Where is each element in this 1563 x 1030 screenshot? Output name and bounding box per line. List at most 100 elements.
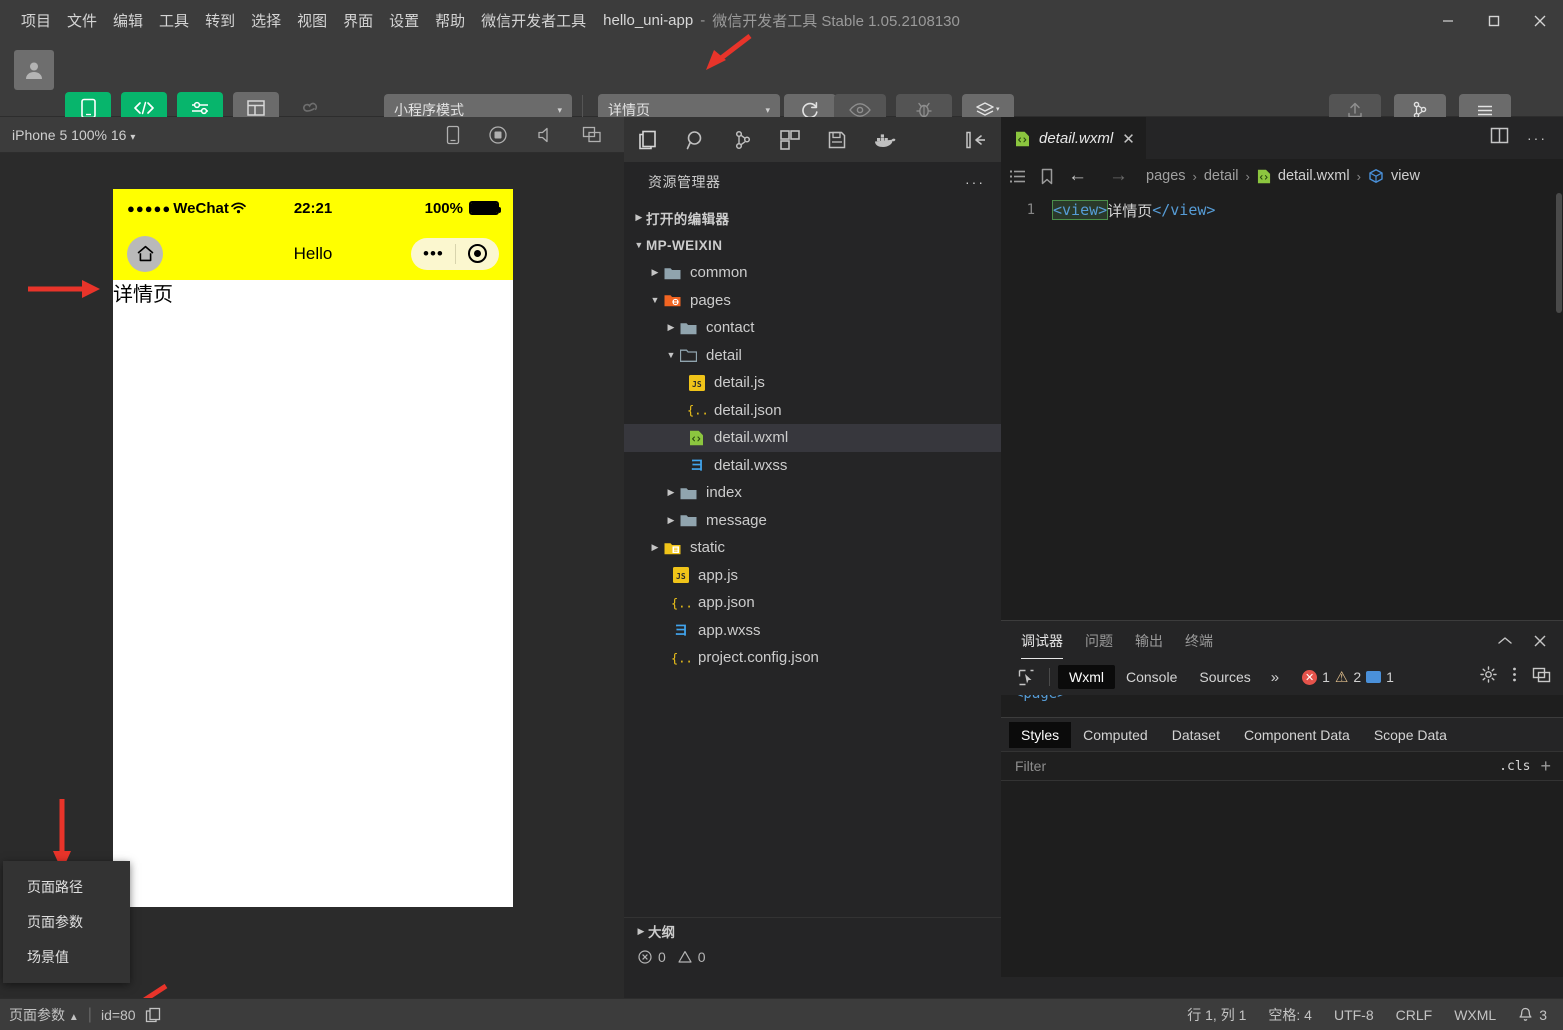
- close-icon[interactable]: ✕: [1122, 130, 1135, 148]
- devtools-more-tabs[interactable]: »: [1262, 669, 1288, 686]
- kebab-menu-icon[interactable]: [1512, 666, 1517, 688]
- minimize-button[interactable]: [1425, 0, 1471, 41]
- tree-item-contact[interactable]: ▶ contact: [624, 314, 1001, 342]
- context-menu-item-scene-value[interactable]: 场景值: [3, 939, 130, 974]
- avatar[interactable]: [14, 50, 54, 90]
- menu-item-settings[interactable]: 设置: [381, 6, 427, 35]
- more-actions-icon[interactable]: ···: [1527, 130, 1547, 146]
- tree-item-index[interactable]: ▶ index: [624, 479, 1001, 507]
- save-icon[interactable]: [827, 130, 847, 150]
- docker-icon[interactable]: [873, 130, 897, 150]
- styles-tab-scope-data[interactable]: Scope Data: [1362, 722, 1459, 748]
- devtools-tab-sources[interactable]: Sources: [1188, 665, 1261, 689]
- tree-section-open-editors[interactable]: ▶ 打开的编辑器: [624, 204, 1001, 232]
- source-control-icon[interactable]: [733, 129, 753, 151]
- editor-scrollbar[interactable]: [1556, 193, 1562, 313]
- dock-icon[interactable]: [1532, 667, 1551, 688]
- menu-item-edit[interactable]: 编辑: [105, 6, 151, 35]
- problems-summary[interactable]: 0 0: [624, 944, 1001, 970]
- menu-item-file[interactable]: 文件: [59, 6, 105, 35]
- context-menu-item-page-params[interactable]: 页面参数: [3, 904, 130, 939]
- cursor-position[interactable]: 行 1, 列 1: [1187, 1005, 1246, 1025]
- breadcrumb-detail[interactable]: detail: [1204, 168, 1239, 184]
- devtools-issue-counts[interactable]: ✕ 1 ⚠ 2 1: [1302, 668, 1394, 686]
- breadcrumb-file[interactable]: detail.wxml: [1278, 168, 1350, 184]
- outline-list-icon[interactable]: [1009, 169, 1026, 184]
- encoding[interactable]: UTF-8: [1334, 1007, 1374, 1023]
- styles-tab-component-data[interactable]: Component Data: [1232, 722, 1362, 748]
- line-endings[interactable]: CRLF: [1396, 1007, 1433, 1023]
- inspect-element-icon[interactable]: [1011, 669, 1041, 686]
- tree-item-app-wxss[interactable]: ヨ app.wxss: [624, 617, 1001, 645]
- menu-item-project[interactable]: 项目: [13, 6, 59, 35]
- split-editor-icon[interactable]: [1490, 127, 1509, 149]
- files-icon[interactable]: [637, 129, 659, 151]
- tree-item-static[interactable]: ▶ static: [624, 534, 1001, 562]
- tree-item-detail-js[interactable]: JS detail.js: [624, 369, 1001, 397]
- menu-item-help[interactable]: 帮助: [427, 6, 473, 35]
- breadcrumb-symbol[interactable]: view: [1391, 168, 1420, 184]
- indentation[interactable]: 空格: 4: [1268, 1005, 1312, 1025]
- code-line-1[interactable]: 1 <view> 详情页 </view>: [1001, 199, 1563, 221]
- search-icon[interactable]: [685, 129, 707, 151]
- maximize-button[interactable]: [1471, 0, 1517, 41]
- styles-tab-dataset[interactable]: Dataset: [1160, 722, 1232, 748]
- close-icon[interactable]: [1533, 634, 1547, 653]
- device-select[interactable]: iPhone 5 100% 16 ▾: [12, 127, 135, 143]
- collapse-panel-icon[interactable]: [965, 130, 987, 150]
- bookmark-icon[interactable]: [1040, 168, 1054, 185]
- gear-icon[interactable]: [1480, 666, 1497, 688]
- page-params-button[interactable]: 页面参数 ▲: [9, 1005, 79, 1025]
- extensions-icon[interactable]: [779, 129, 801, 151]
- nav-back-button[interactable]: ←: [1068, 165, 1087, 187]
- copy-icon[interactable]: [145, 1007, 161, 1023]
- chevron-up-icon[interactable]: [1497, 634, 1513, 653]
- notifications-button[interactable]: 3: [1518, 1007, 1547, 1023]
- context-menu-item-page-path[interactable]: 页面路径: [3, 869, 130, 904]
- code-area[interactable]: 1 <view> 详情页 </view>: [1001, 193, 1563, 221]
- tree-item-common[interactable]: ▶ common: [624, 259, 1001, 287]
- breadcrumb-pages[interactable]: pages: [1146, 168, 1186, 184]
- tree-section-mp-weixin[interactable]: ▼ MP-WEIXIN: [624, 232, 1001, 260]
- tree-item-message[interactable]: ▶ message: [624, 507, 1001, 535]
- record-icon[interactable]: [488, 125, 508, 145]
- volume-icon[interactable]: [536, 125, 554, 145]
- tree-item-detail-json[interactable]: {..} detail.json: [624, 397, 1001, 425]
- tree-item-detail-wxss[interactable]: ヨ detail.wxss: [624, 452, 1001, 480]
- tree-item-app-json[interactable]: {..} app.json: [624, 589, 1001, 617]
- close-button[interactable]: [1517, 0, 1563, 41]
- language-mode[interactable]: WXML: [1454, 1007, 1496, 1023]
- tree-item-project-config[interactable]: {..} project.config.json: [624, 644, 1001, 672]
- menu-item-select[interactable]: 选择: [243, 6, 289, 35]
- panel-tab-problems[interactable]: 问题: [1085, 631, 1113, 659]
- tree-item-pages[interactable]: ▼ pages: [624, 287, 1001, 315]
- tree-item-app-js[interactable]: JS app.js: [624, 562, 1001, 590]
- nav-forward-button[interactable]: →: [1109, 165, 1128, 187]
- devtools-tab-console[interactable]: Console: [1115, 665, 1188, 689]
- menu-item-ui[interactable]: 界面: [335, 6, 381, 35]
- styles-tab-styles[interactable]: Styles: [1009, 721, 1072, 748]
- add-style-rule-button[interactable]: +: [1540, 756, 1563, 777]
- devtools-tab-wxml[interactable]: Wxml: [1058, 665, 1115, 689]
- multiwindow-icon[interactable]: [582, 125, 602, 145]
- panel-tab-terminal[interactable]: 终端: [1185, 631, 1213, 659]
- wxml-tree-preview[interactable]: <page>: [1001, 695, 1563, 717]
- styles-filter-input[interactable]: [1001, 758, 1490, 774]
- target-icon[interactable]: [467, 244, 487, 263]
- tree-item-detail-wxml[interactable]: detail.wxml: [624, 424, 1001, 452]
- menu-item-goto[interactable]: 转到: [197, 6, 243, 35]
- menu-item-devtools[interactable]: 微信开发者工具: [473, 6, 594, 35]
- menu-item-view[interactable]: 视图: [289, 6, 335, 35]
- cls-button[interactable]: .cls: [1489, 759, 1540, 774]
- editor-tab-detail-wxml[interactable]: detail.wxml ✕: [1001, 117, 1146, 159]
- capsule-menu-icon[interactable]: •••: [423, 245, 444, 262]
- phone-simulator[interactable]: ●●●●● WeChat 22:21 100% Hello ••• 详情页: [113, 189, 513, 907]
- menu-item-tools[interactable]: 工具: [151, 6, 197, 35]
- styles-tab-computed[interactable]: Computed: [1071, 722, 1160, 748]
- outline-section[interactable]: ▶ 大纲: [624, 917, 1001, 944]
- tree-item-detail-folder[interactable]: ▼ detail: [624, 342, 1001, 370]
- rotate-device-icon[interactable]: [446, 125, 460, 145]
- explorer-more-button[interactable]: ···: [965, 174, 985, 190]
- capsule-buttons[interactable]: •••: [411, 237, 499, 270]
- panel-tab-debugger[interactable]: 调试器: [1021, 631, 1063, 659]
